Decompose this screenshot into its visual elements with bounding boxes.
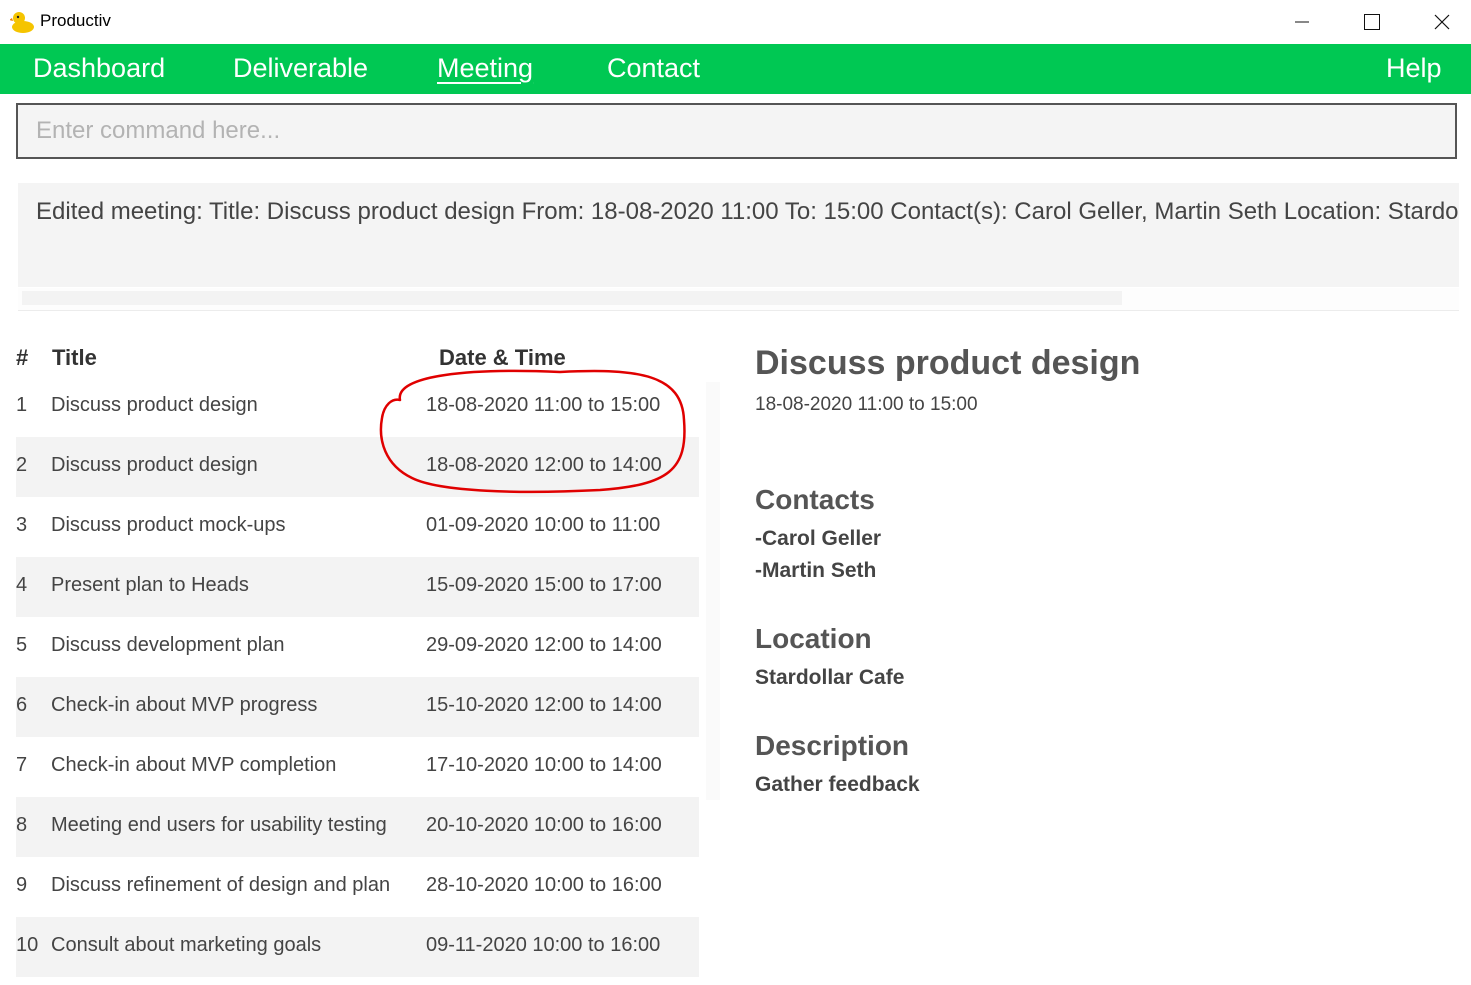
row-datetime: 28-10-2020 10:00 to 16:00 <box>426 874 662 896</box>
row-title: Discuss development plan <box>51 634 285 656</box>
meeting-row[interactable]: 9 Discuss refinement of design and plan 28… <box>16 857 699 917</box>
row-datetime: 20-10-2020 10:00 to 16:00 <box>426 814 662 836</box>
close-icon <box>1434 14 1450 30</box>
row-title: Consult about marketing goals <box>51 934 322 956</box>
column-header-datetime: Date & Time <box>439 345 566 370</box>
location-value: Stardollar Cafe <box>755 666 905 689</box>
minimize-icon <box>1295 21 1309 23</box>
row-datetime: 09-11-2020 10:00 to 16:00 <box>426 934 661 956</box>
result-horizontal-scrollbar[interactable] <box>18 288 1459 311</box>
row-index: 7 <box>16 754 28 776</box>
row-index: 1 <box>16 394 28 416</box>
list-vertical-scrollbar[interactable] <box>706 382 720 800</box>
menu-dashboard[interactable]: Dashboard <box>33 53 165 84</box>
row-index: 2 <box>16 454 28 476</box>
location-heading: Location <box>755 623 872 654</box>
title-bar: Productiv <box>0 0 1471 44</box>
description-heading: Description <box>755 730 910 761</box>
row-datetime: 15-10-2020 12:00 to 14:00 <box>426 694 662 716</box>
row-index: 3 <box>16 514 28 536</box>
command-input[interactable] <box>16 103 1457 159</box>
row-index: 9 <box>16 874 28 896</box>
window-title: Productiv <box>40 11 111 30</box>
row-index: 5 <box>16 634 28 656</box>
meeting-row[interactable]: 1 Discuss product design 18-08-2020 11:00 … <box>16 377 699 437</box>
meeting-row[interactable]: 6 Check-in about MVP progress 15-10-2020 1… <box>16 677 699 737</box>
minimize-button[interactable] <box>1267 0 1337 44</box>
column-header-title: Title <box>52 345 97 370</box>
meeting-row[interactable]: 2 Discuss product design 18-08-2020 12:00 … <box>16 437 699 497</box>
contact-item: -Martin Seth <box>755 559 877 582</box>
menu-bar: Dashboard Deliverable Meeting Contact He… <box>0 44 1471 94</box>
detail-datetime: 18-08-2020 11:00 to 15:00 <box>755 394 978 415</box>
row-index: 4 <box>16 574 28 596</box>
row-index: 10 <box>16 934 39 956</box>
meeting-row[interactable]: 3 Discuss product mock-ups 01-09-2020 10:0… <box>16 497 699 557</box>
column-header-index: # <box>16 345 29 370</box>
row-datetime: 18-08-2020 11:00 to 15:00 <box>426 394 661 416</box>
contact-item: -Carol Geller <box>755 527 882 550</box>
row-datetime: 15-09-2020 15:00 to 17:00 <box>426 574 662 596</box>
row-title: Meeting end users for usability testing <box>51 814 387 836</box>
meeting-row[interactable]: 8 Meeting end users for usability testing… <box>16 797 699 857</box>
row-title: Present plan to Heads <box>51 574 249 596</box>
row-title: Check-in about MVP progress <box>51 694 318 716</box>
result-text: Edited meeting: Title: Discuss product d… <box>36 198 1459 225</box>
close-button[interactable] <box>1407 0 1471 44</box>
contacts-heading: Contacts <box>755 484 875 515</box>
row-title: Discuss refinement of design and plan <box>51 874 391 896</box>
maximize-icon <box>1364 14 1380 30</box>
meeting-row[interactable]: 4 Present plan to Heads 15-09-2020 15:00 t… <box>16 557 699 617</box>
row-title: Check-in about MVP completion <box>51 754 337 776</box>
menu-meeting[interactable]: Meeting <box>437 53 533 84</box>
row-title: Discuss product design <box>51 454 258 476</box>
row-datetime: 01-09-2020 10:00 to 11:00 <box>426 514 661 536</box>
meeting-rows: 1 Discuss product design 18-08-2020 11:00 … <box>16 377 699 977</box>
row-index: 6 <box>16 694 28 716</box>
row-datetime: 29-09-2020 12:00 to 14:00 <box>426 634 662 656</box>
detail-title: Discuss product design <box>755 344 1141 382</box>
result-display[interactable]: Edited meeting: Title: Discuss product d… <box>18 183 1459 287</box>
meeting-row[interactable]: 5 Discuss development plan 29-09-2020 12:0… <box>16 617 699 677</box>
maximize-button[interactable] <box>1337 0 1407 44</box>
row-index: 8 <box>16 814 28 836</box>
menu-help[interactable]: Help <box>1386 53 1442 84</box>
meeting-row[interactable]: 10 Consult about marketing goals 09-11-202… <box>16 917 699 977</box>
rubber-duck-icon <box>10 12 34 33</box>
row-datetime: 18-08-2020 12:00 to 14:00 <box>426 454 662 476</box>
menu-contact[interactable]: Contact <box>607 53 700 84</box>
scrollbar-thumb[interactable] <box>22 291 1122 305</box>
row-title: Discuss product mock-ups <box>51 514 286 536</box>
description-value: Gather feedback <box>755 773 920 796</box>
meeting-row[interactable]: 7 Check-in about MVP completion 17-10-2020… <box>16 737 699 797</box>
menu-deliverable[interactable]: Deliverable <box>233 53 368 84</box>
row-title: Discuss product design <box>51 394 258 416</box>
row-datetime: 17-10-2020 10:00 to 14:00 <box>426 754 662 776</box>
